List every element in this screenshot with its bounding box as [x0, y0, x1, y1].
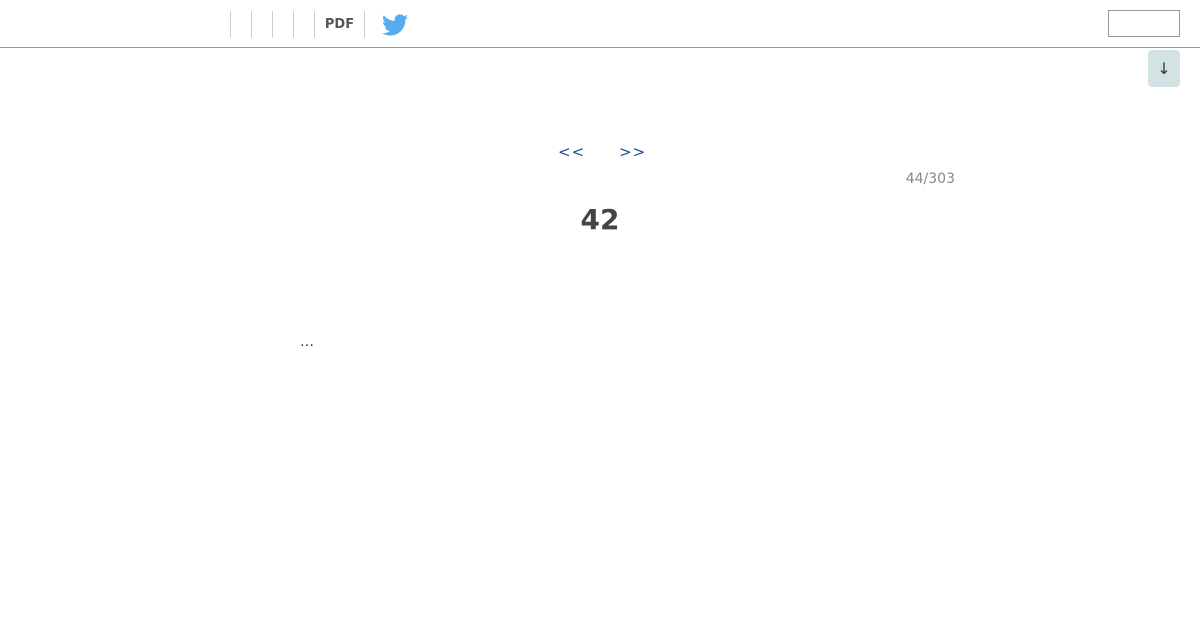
pdf-download-link[interactable]: PDF	[315, 11, 364, 38]
top-toolbar: PDF	[0, 0, 1200, 48]
previous-page-link[interactable]: <<	[558, 143, 585, 161]
twitter-bird-icon	[382, 14, 409, 36]
nav-link-3[interactable]	[252, 11, 272, 38]
page-counter: 44/303	[905, 171, 955, 187]
page-title: 42	[580, 203, 620, 236]
twitter-share-link[interactable]	[380, 12, 410, 38]
nav-link-2[interactable]	[231, 11, 251, 38]
nav-link-5[interactable]	[294, 11, 314, 38]
next-page-link[interactable]: >>	[619, 143, 646, 161]
nav-link-4[interactable]	[273, 11, 293, 38]
scroll-down-button[interactable]: ↓	[1148, 50, 1180, 87]
search-input[interactable]	[1108, 10, 1180, 37]
toolbar-divider	[364, 11, 365, 38]
page-body-text: …	[300, 334, 314, 350]
nav-link-1[interactable]	[210, 11, 230, 38]
